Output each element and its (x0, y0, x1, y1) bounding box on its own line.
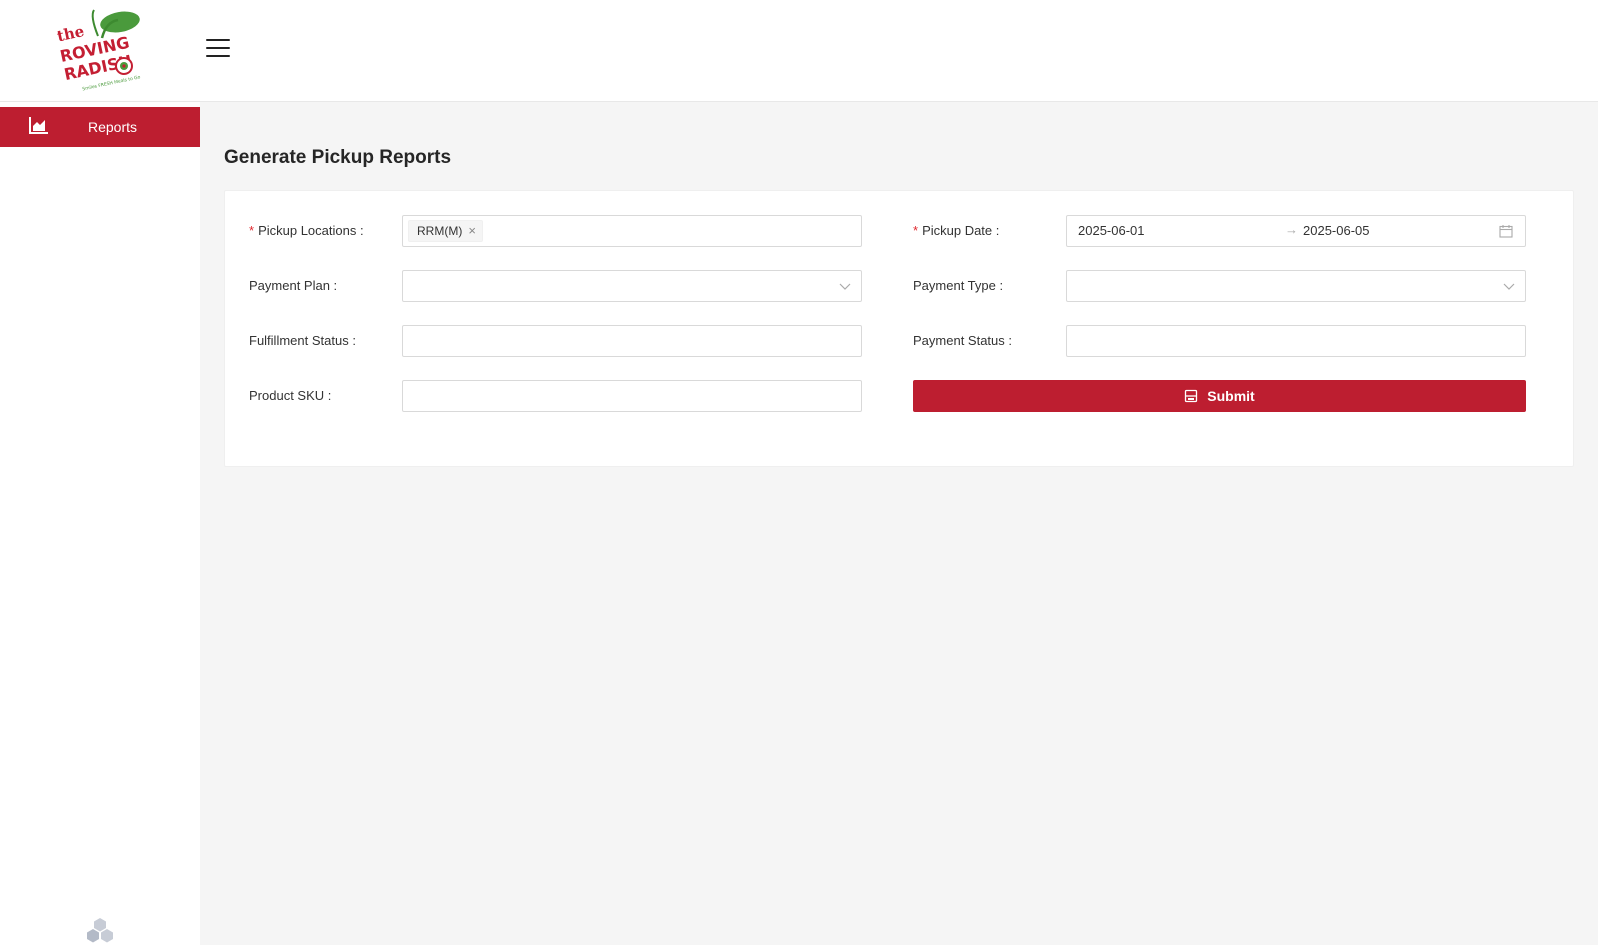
start-date-input[interactable]: 2025-06-01 (1078, 223, 1145, 238)
location-tag: RRM(M) × (408, 220, 483, 242)
end-date-input[interactable]: 2025-06-05 (1303, 223, 1370, 238)
top-header: the ROVING RADISH Smiles FRESH Meals to … (0, 0, 1598, 102)
arrow-right-icon: → (1285, 222, 1298, 237)
chevron-down-icon (1503, 283, 1515, 290)
pickup-locations-select[interactable]: RRM(M) × (402, 215, 862, 247)
pickup-date-range-picker[interactable]: 2025-06-01 → 2025-06-05 (1066, 215, 1526, 247)
product-sku-select[interactable] (402, 380, 862, 412)
menu-toggle-icon[interactable] (206, 36, 232, 62)
cubes-icon (87, 918, 113, 943)
required-mark: * (913, 223, 919, 238)
payment-status-select[interactable] (1066, 325, 1526, 357)
required-mark: * (249, 223, 255, 238)
save-icon (1185, 389, 1198, 403)
submit-label: Submit (1207, 388, 1255, 404)
area-chart-icon (29, 117, 48, 134)
payment-plan-label: Payment Plan : (249, 278, 338, 293)
tag-close-icon[interactable]: × (468, 221, 476, 241)
payment-type-label: Payment Type : (913, 278, 1004, 293)
page-title: Generate Pickup Reports (224, 147, 452, 168)
main-content: Generate Pickup Reports * Pickup Location… (200, 102, 1598, 945)
report-form-card: * Pickup Locations : RRM(M) × * Pickup Dat… (224, 190, 1574, 467)
pickup-date-label: * Pickup Date : (913, 223, 1000, 238)
sidebar: Reports (0, 102, 200, 945)
payment-type-select[interactable] (1066, 270, 1526, 302)
payment-plan-select[interactable] (402, 270, 862, 302)
chevron-down-icon (839, 283, 851, 290)
sidebar-item-reports[interactable]: Reports (0, 107, 200, 147)
roving-radish-logo[interactable]: the ROVING RADISH Smiles FRESH Meals to … (54, 8, 146, 92)
fulfillment-status-select[interactable] (402, 325, 862, 357)
pickup-locations-label: * Pickup Locations : (249, 223, 364, 238)
fulfillment-status-label: Fulfillment Status : (249, 333, 356, 348)
calendar-icon (1499, 225, 1513, 238)
sidebar-item-label: Reports (88, 119, 138, 135)
product-sku-label: Product SKU : (249, 388, 332, 403)
payment-status-label: Payment Status : (913, 333, 1012, 348)
submit-button[interactable]: Submit (913, 380, 1526, 412)
